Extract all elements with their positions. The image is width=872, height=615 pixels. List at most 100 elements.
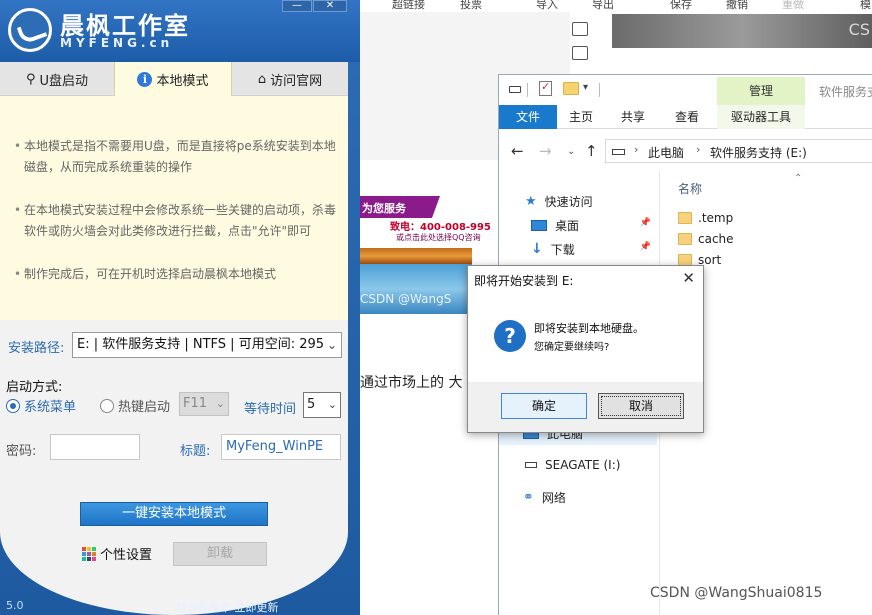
update-link[interactable]: 检测新版本 立即更新 <box>176 599 279 615</box>
close-icon[interactable]: ✕ <box>682 269 695 287</box>
version-text: 5.0 <box>6 599 24 612</box>
tab-bar: ⚲ U盘启动 i 本地模式 ⌂ 访问官网 <box>0 62 348 96</box>
tab-home[interactable]: 主页 <box>557 105 605 129</box>
boot-mode-label: 启动方式: <box>6 380 63 395</box>
installer-window: 晨枫工作室 MYFENG.cn — ✕ ⚲ U盘启动 i 本地模式 ⌂ 访问官网… <box>0 0 360 615</box>
list-item[interactable]: cache <box>678 232 734 246</box>
radio-empty-icon <box>100 398 114 413</box>
properties-icon[interactable] <box>539 80 552 96</box>
side-tool-icons <box>572 22 596 70</box>
tab-share[interactable]: 共享 <box>609 105 657 129</box>
breadcrumb-chevron-icon[interactable]: › <box>634 143 638 156</box>
nav-desktop[interactable]: 桌面 📌 <box>499 213 657 237</box>
tab-file[interactable]: 文件 <box>499 105 557 129</box>
breadcrumb-this-pc[interactable]: 此电脑 <box>648 144 684 161</box>
radio-system-menu[interactable]: 系统菜单 <box>6 396 76 415</box>
install-path-select[interactable]: E: | 软件服务支持 | NTFS | 可用空间: 295 ⌄ <box>72 332 342 358</box>
nav-downloads[interactable]: ↓ 下载 📌 <box>499 237 657 261</box>
install-local-mode-button[interactable]: 一键安装本地模式 <box>80 502 268 526</box>
personalize-link[interactable]: 个性设置 <box>82 544 152 563</box>
layout-icon[interactable] <box>572 46 588 60</box>
palette-icon <box>82 546 96 561</box>
tab-usb-boot[interactable]: ⚲ U盘启动 <box>0 62 114 96</box>
drive-icon <box>525 462 537 468</box>
tab-drive-tools[interactable]: 驱动器工具 <box>717 105 805 129</box>
install-path-row: 安装路径: E: | 软件服务支持 | NTFS | 可用空间: 295 ⌄ <box>0 330 348 360</box>
ok-button[interactable]: 确定 <box>501 393 587 419</box>
chevron-down-icon: ⌄ <box>327 398 337 411</box>
tab-view[interactable]: 查看 <box>663 105 711 129</box>
description-item: 制作完成后，可在开机时选择启动晨枫本地模式 <box>14 264 340 285</box>
wait-time-select[interactable]: 5 ⌄ <box>303 392 341 418</box>
nav-seagate-drive[interactable]: SEAGATE (I:) <box>499 453 657 477</box>
csdn-watermark: CSDN @WangShuai0815 <box>650 585 823 601</box>
toolbar-item[interactable]: 重做 <box>782 0 804 12</box>
installer-header: 晨枫工作室 MYFENG.cn — ✕ <box>0 0 360 62</box>
description-text: 本地模式是指不需要用U盘，而是直接将pe系统安装到本地磁盘，从而完成系统重装的操… <box>24 139 336 174</box>
back-arrow-icon[interactable]: ← <box>511 142 524 160</box>
toolbar-item[interactable]: 导出 <box>592 0 614 12</box>
sort-up-icon: ⌃ <box>794 173 803 184</box>
dialog-message-line2: 您确定要继续吗? <box>534 342 610 353</box>
dialog-body: ? 即将安装到本地硬盘。 您确定要继续吗? <box>468 296 703 382</box>
title-input[interactable]: MyFeng_WinPE <box>221 434 341 460</box>
personalize-label: 个性设置 <box>100 548 153 563</box>
toolbar-item[interactable]: 导入 <box>536 0 558 12</box>
wait-time-label: 等待时间 <box>244 402 297 417</box>
chevron-down-icon: ⌄ <box>326 338 337 352</box>
dialog-title: 即将开始安装到 E: <box>474 274 574 288</box>
description-text: 制作完成后，可在开机时选择启动晨枫本地模式 <box>24 267 277 281</box>
editor-toolbar: 超链接 投票 导入 导出 保存 撤销 重做 模 <box>360 0 872 12</box>
folder-icon <box>678 233 692 245</box>
install-path-label: 安装路径: <box>8 341 65 356</box>
description-text: 在本地模式安装过程中会修改系统一些关键的启动项，杀毒软件或防火墙会对此类修改进行… <box>24 203 337 238</box>
breadcrumb-chevron-icon[interactable]: › <box>696 143 700 156</box>
nav-network[interactable]: ⚭ 网络 <box>499 485 657 509</box>
ad-banner: 为您服务 致电：400-008-9958 或点击此处选择QQ咨询 <box>360 196 490 246</box>
installer-footer: 5.0 检测新版本 立即更新 <box>0 599 360 615</box>
image-banner: CS <box>612 14 872 48</box>
toolbar-item[interactable]: 保存 <box>670 0 692 12</box>
toolbar-item[interactable]: 超链接 <box>392 0 425 12</box>
up-arrow-icon[interactable]: ↑ <box>585 142 598 160</box>
chevron-down-icon: ⌄ <box>215 397 225 410</box>
ad-phone-text: 致电：400-008-9958 <box>390 222 490 233</box>
nav-label: 桌面 <box>555 218 580 233</box>
uninstall-button: 卸载 <box>173 542 267 566</box>
password-input[interactable] <box>50 434 140 460</box>
description-item: 本地模式是指不需要用U盘，而是直接将pe系统安装到本地磁盘，从而完成系统重装的操… <box>14 136 340 178</box>
app-subtitle: MYFENG.cn <box>60 36 174 50</box>
drive-icon <box>509 86 521 93</box>
toolbar-item[interactable]: 撤销 <box>726 0 748 12</box>
address-bar[interactable]: › 此电脑 › 软件服务支持 (E:) <box>605 139 872 163</box>
new-folder-icon[interactable] <box>563 82 579 95</box>
list-icon[interactable] <box>572 22 588 36</box>
nav-label: SEAGATE (I:) <box>545 458 621 472</box>
toolbar-item[interactable]: 投票 <box>460 0 482 12</box>
description-item: 在本地模式安装过程中会修改系统一些关键的启动项，杀毒软件或防火墙会对此类修改进行… <box>14 200 340 242</box>
toolbar-item[interactable]: 模 <box>860 0 871 12</box>
manage-context-tab[interactable]: 管理 <box>717 77 805 105</box>
quick-access-dropdown-icon[interactable]: ▾ <box>583 82 588 93</box>
usb-icon: ⚲ <box>25 71 36 87</box>
breadcrumb-drive[interactable]: 软件服务支持 (E:) <box>710 144 807 161</box>
recent-locations-icon[interactable]: ⌄ <box>567 146 575 157</box>
column-header-name[interactable]: 名称 <box>678 180 702 197</box>
radio-label: 系统菜单 <box>24 400 77 415</box>
drive-icon <box>612 149 625 155</box>
tab-visit-site[interactable]: ⌂ 访问官网 <box>232 62 348 96</box>
pin-icon: 📌 <box>639 242 651 252</box>
pin-icon: 📌 <box>639 218 651 228</box>
nav-quick-access[interactable]: ★ 快速访问 <box>499 189 657 213</box>
banner-text: CS <box>848 20 870 39</box>
forward-arrow-icon[interactable]: → <box>539 142 552 160</box>
radio-hotkey-boot[interactable]: 热键启动 <box>100 396 170 415</box>
tab-local-mode[interactable]: i 本地模式 <box>114 62 232 96</box>
list-item[interactable]: .temp <box>678 211 733 225</box>
cancel-button[interactable]: 取消 <box>598 393 684 419</box>
dialog-footer: 确定 取消 <box>468 382 703 432</box>
description-panel: 本地模式是指不需要用U盘，而是直接将pe系统安装到本地磁盘，从而完成系统重装的操… <box>0 96 348 320</box>
close-button[interactable]: ✕ <box>313 0 347 12</box>
orange-strip <box>360 248 472 264</box>
minimize-button[interactable]: — <box>282 0 312 12</box>
